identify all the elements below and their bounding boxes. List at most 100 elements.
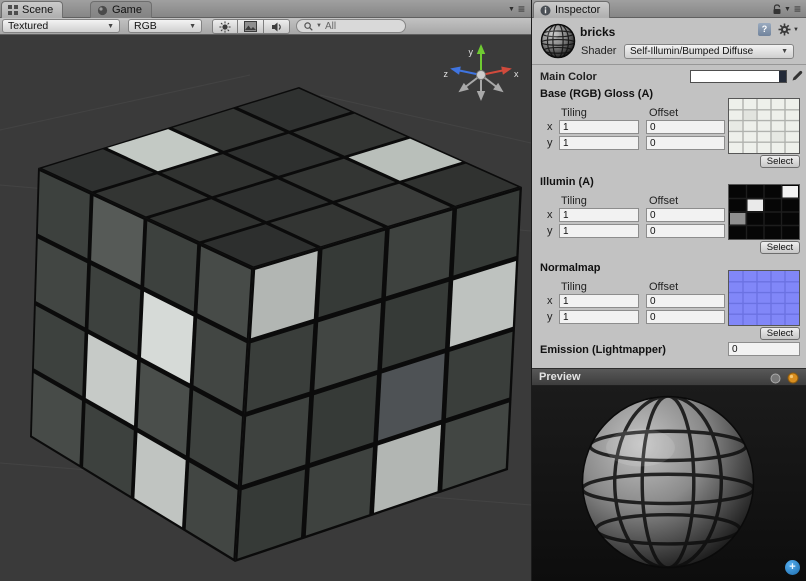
main-color-label: Main Color: [540, 71, 597, 83]
shader-label: Shader: [581, 45, 616, 57]
emission-input[interactable]: [728, 342, 800, 356]
material-name: bricks: [580, 25, 615, 39]
texture-block-label: Base (RGB) Gloss (A): [540, 88, 653, 100]
offset-y-input[interactable]: [646, 224, 725, 238]
chevron-down-icon: ▼: [775, 48, 788, 55]
eyedropper-button[interactable]: [791, 69, 804, 82]
illumin-texture-thumbnail[interactable]: [728, 184, 800, 240]
material-header: bricks Shader Self-Illumin/Bumped Diffus…: [532, 18, 806, 65]
tiling-header: Tiling: [561, 195, 587, 207]
scene-viewport[interactable]: y x z: [0, 35, 531, 581]
emission-label: Emission (Lightmapper): [540, 344, 666, 356]
scene-search[interactable]: ▼: [296, 19, 406, 33]
offset-x-input[interactable]: [646, 294, 725, 308]
help-button[interactable]: ?: [758, 23, 771, 36]
audio-toggle-button[interactable]: [264, 19, 290, 34]
scene-pane-menu[interactable]: ▼ ≡: [508, 2, 525, 16]
tab-inspector-label: Inspector: [555, 4, 600, 16]
x-row-label: x: [547, 295, 553, 307]
tiling-header: Tiling: [561, 281, 587, 293]
color-picker-strip: [779, 71, 786, 82]
pane-dropdown-icon: ▼: [508, 6, 515, 13]
shader-dropdown[interactable]: Self-Illumin/Bumped Diffuse ▼: [624, 44, 794, 59]
scene-tabbar: Scene Game ▼ ≡: [0, 0, 531, 18]
svg-text:x: x: [514, 69, 519, 79]
tiling-y-input[interactable]: [559, 136, 639, 150]
game-icon: [97, 5, 108, 16]
scene-grid-icon: [8, 5, 18, 15]
pane-menu-icon: ≡: [794, 2, 801, 16]
y-row-label: y: [547, 225, 553, 237]
texture-block-label: Illumin (A): [540, 176, 594, 188]
context-gear-button[interactable]: ▼: [778, 23, 799, 36]
shader-value: Self-Illumin/Bumped Diffuse: [630, 46, 753, 57]
draw-mode-dropdown[interactable]: Textured ▼: [2, 19, 120, 33]
inspector-body: bricks Shader Self-Illumin/Bumped Diffus…: [532, 18, 806, 368]
select-texture-button[interactable]: Select: [760, 155, 800, 168]
svg-text:y: y: [469, 47, 474, 57]
scene-toolbar: Textured ▼ RGB ▼: [0, 18, 531, 35]
eyedropper-icon: [791, 69, 804, 82]
tiling-header: Tiling: [561, 107, 587, 119]
lock-button[interactable]: [772, 4, 782, 15]
tab-game-label: Game: [112, 4, 142, 16]
tab-game[interactable]: Game: [90, 1, 152, 18]
tab-inspector[interactable]: Inspector: [533, 1, 610, 18]
svg-text:z: z: [444, 69, 449, 79]
scene-3d-view[interactable]: y x z: [0, 35, 531, 581]
unity-editor-window: Scene Game ▼ ≡ Textured ▼ RGB ▼: [0, 0, 806, 581]
main-color-swatch[interactable]: [690, 70, 787, 83]
inspector-pane-menu[interactable]: ▼ ≡: [784, 2, 801, 16]
render-mode-value: RGB: [134, 20, 157, 32]
x-row-label: x: [547, 209, 553, 221]
offset-header: Offset: [649, 195, 678, 207]
preview-title: Preview: [539, 371, 581, 383]
select-texture-button[interactable]: Select: [760, 327, 800, 340]
tiling-y-input[interactable]: [559, 310, 639, 324]
lock-icon: [772, 4, 782, 15]
normalmap-texture-thumbnail[interactable]: [728, 270, 800, 326]
preview-header[interactable]: Preview: [532, 368, 806, 386]
tiling-x-input[interactable]: [559, 208, 639, 222]
render-mode-dropdown[interactable]: RGB ▼: [128, 19, 202, 33]
inspector-info-icon: [540, 5, 551, 16]
chevron-down-icon: ▼: [183, 23, 196, 30]
search-input[interactable]: [325, 21, 389, 32]
search-filter-arrow-icon: ▼: [316, 23, 322, 29]
tiling-x-input[interactable]: [559, 120, 639, 134]
texture-block-label: Normalmap: [540, 262, 601, 274]
base-texture-thumbnail[interactable]: [728, 98, 800, 154]
draw-mode-value: Textured: [8, 20, 48, 32]
preview-add-button[interactable]: +: [785, 560, 800, 575]
y-row-label: y: [547, 311, 553, 323]
search-icon: [304, 22, 313, 31]
preview-light-toggle-icon[interactable]: [787, 372, 799, 384]
image-icon: [244, 21, 257, 32]
overlay-toggle-button[interactable]: [238, 19, 264, 34]
x-row-label: x: [547, 121, 553, 133]
preview-sphere-icon[interactable]: [770, 373, 781, 384]
inspector-tabbar: Inspector ▼ ≡: [532, 0, 806, 18]
offset-header: Offset: [649, 107, 678, 119]
material-preview-sphere: [532, 386, 806, 581]
chevron-down-icon: ▼: [101, 23, 114, 30]
tiling-x-input[interactable]: [559, 294, 639, 308]
offset-x-input[interactable]: [646, 120, 725, 134]
tab-scene-label: Scene: [22, 4, 53, 16]
pane-menu-icon: ≡: [518, 2, 525, 16]
offset-y-input[interactable]: [646, 136, 725, 150]
tab-scene[interactable]: Scene: [1, 1, 63, 18]
scene-panel: Scene Game ▼ ≡ Textured ▼ RGB ▼: [0, 0, 531, 581]
lighting-toggle-button[interactable]: [212, 19, 238, 34]
sun-icon: [219, 21, 231, 33]
material-sphere-thumbnail[interactable]: [539, 22, 577, 60]
gear-icon: [778, 23, 791, 36]
pane-dropdown-icon: ▼: [784, 6, 791, 13]
preview-area[interactable]: +: [532, 386, 806, 581]
tiling-y-input[interactable]: [559, 224, 639, 238]
help-icon: ?: [758, 23, 771, 36]
offset-y-input[interactable]: [646, 310, 725, 324]
select-texture-button[interactable]: Select: [760, 241, 800, 254]
offset-header: Offset: [649, 281, 678, 293]
offset-x-input[interactable]: [646, 208, 725, 222]
